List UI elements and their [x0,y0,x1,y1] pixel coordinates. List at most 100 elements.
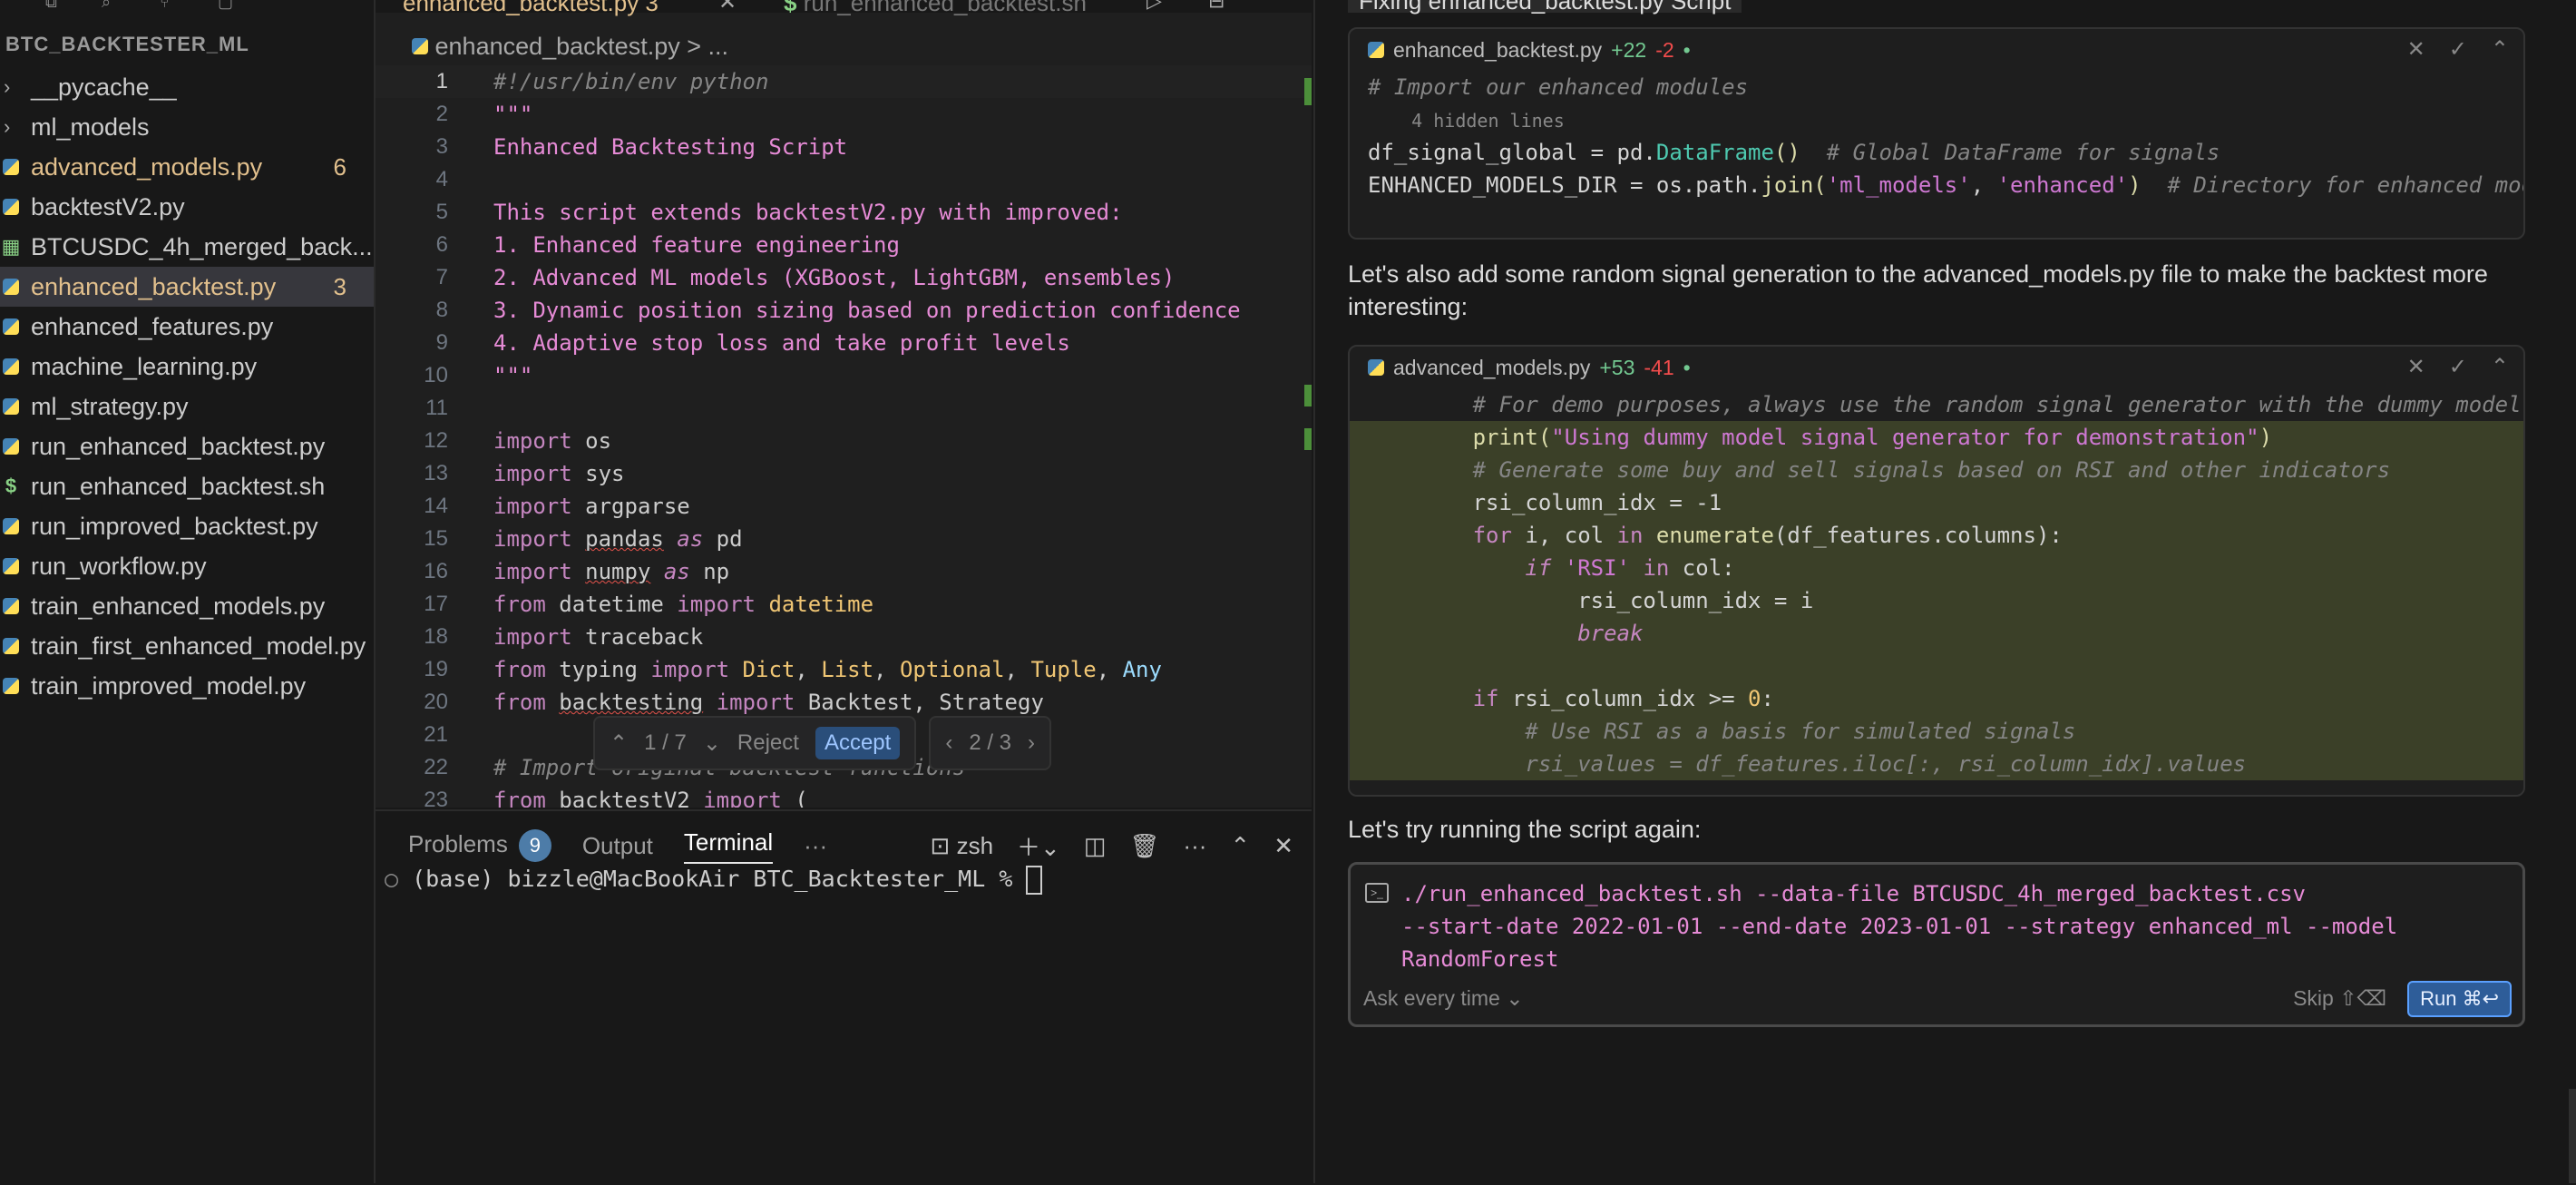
more-icon[interactable]: ··· [1183,832,1206,860]
scrollbar[interactable] [2569,1089,2576,1183]
code-line[interactable]: 16 import numpy as np [376,555,1312,588]
diff-line [1350,650,2523,682]
tab-output[interactable]: Output [582,832,653,860]
terminal-shell-label[interactable]: ⊡ zsh [931,832,994,860]
code-line[interactable]: 17 from datetime import datetime [376,588,1312,621]
code-line[interactable]: 18 import traceback [376,621,1312,653]
code-line[interactable]: 12 import os [376,425,1312,457]
code-line[interactable]: 19 from typing import Dict, List, Optiona… [376,653,1312,686]
tree-file[interactable]: train_first_enhanced_model.py [0,626,374,666]
tree-file[interactable]: run_enhanced_backtest.py [0,426,374,466]
code-line[interactable]: 2 """ [376,98,1312,131]
code-editor[interactable]: enhanced_backtest.py 3 ✕ $ run_enhanced_… [376,0,1312,808]
status-dot: • [1683,37,1691,62]
next-change-icon[interactable]: ⌄ [703,730,721,757]
tree-file[interactable]: run_improved_backtest.py [0,506,374,546]
python-file-icon [2,517,20,535]
reject-icon[interactable]: ✕ [2407,354,2425,380]
code-token: from [493,788,546,808]
tree-folder[interactable]: › __pycache__ [0,67,374,107]
tree-file[interactable]: train_enhanced_models.py [0,586,374,626]
trash-icon[interactable]: 🗑 [1129,832,1159,860]
line-number: 2 [435,102,448,126]
approval-mode-select[interactable]: Ask every time ⌄ [1363,986,1523,1011]
source-control-icon[interactable]: ⑂ [160,0,176,11]
tree-file[interactable]: advanced_models.py 6 [0,147,374,187]
tree-file[interactable]: $ run_enhanced_backtest.sh [0,466,374,506]
expand-icon[interactable]: ⌃ [2491,36,2509,63]
line-number: 4 [435,167,448,191]
file-counter: 2 / 3 [969,730,1012,755]
new-terminal-icon[interactable]: ＋⌄ [1017,829,1060,863]
code-line[interactable]: 10 """ [376,359,1312,392]
diff-file-name[interactable]: enhanced_backtest.py [1393,38,1602,63]
close-icon[interactable]: ✕ [718,0,737,15]
tab-problems[interactable]: Problems 9 [408,829,551,862]
skip-button[interactable]: Skip ⇧⌫ [2293,986,2386,1011]
code-token: ) [2128,172,2168,198]
tree-file[interactable]: enhanced_features.py [0,307,374,347]
prev-change-icon[interactable]: ⌃ [610,730,628,757]
code-line[interactable]: 15 import pandas as pd [376,523,1312,555]
files-icon[interactable]: ⧉ [45,0,62,11]
code-line[interactable]: 7 2. Advanced ML models (XGBoost, LightGB… [376,261,1312,294]
search-icon[interactable]: ⌕ [102,0,118,11]
line-text: import traceback [493,621,703,653]
diff-line-text: if rsi_column_idx >= 0: [1368,682,1774,715]
code-line[interactable]: 9 4. Adaptive stop loss and take profit l… [376,327,1312,359]
tab-terminal[interactable]: Terminal [683,828,774,864]
breadcrumb-rest[interactable]: > ... [687,33,728,60]
code-token: datetime [545,592,678,617]
next-file-icon[interactable]: › [1028,730,1035,756]
terminal-output[interactable]: ○ (base) bizzle@MacBookAir BTC_Backteste… [385,866,1043,895]
tree-file[interactable]: train_improved_model.py [0,666,374,706]
prev-file-icon[interactable]: ‹ [945,730,952,756]
accept-button[interactable]: Accept [815,727,901,759]
split-editor-icon[interactable]: ⊟ [1208,0,1225,13]
code-line[interactable]: 8 3. Dynamic position sizing based on pre… [376,294,1312,327]
code-line[interactable]: 11 [376,392,1312,425]
python-file-icon [2,397,20,416]
tab-enhanced-backtest[interactable]: enhanced_backtest.py 3 [403,0,659,17]
tree-file[interactable]: ▦ BTCUSDC_4h_merged_back... [0,227,374,267]
reject-button[interactable]: Reject [737,730,799,756]
split-terminal-icon[interactable]: ◫ [1084,832,1107,860]
run-icon[interactable]: ▷ [1147,0,1162,13]
code-line[interactable]: 14 import argparse [376,490,1312,523]
code-line[interactable]: 6 1. Enhanced feature engineering [376,229,1312,261]
code-token: import [703,690,795,715]
tree-file[interactable]: ml_strategy.py [0,387,374,426]
code-line[interactable]: 5 This script extends backtestV2.py with … [376,196,1312,229]
line-number: 3 [435,134,448,159]
breadcrumb: enhanced_backtest.py > ... [412,33,728,61]
maximize-icon[interactable]: ⌃ [1230,832,1250,860]
accept-icon[interactable]: ✓ [2449,36,2467,63]
tree-file[interactable]: enhanced_backtest.py 3 [0,267,374,307]
code-line[interactable]: 23 from backtestV2 import ( [376,784,1312,808]
code-line[interactable]: 3 Enhanced Backtesting Script [376,131,1312,163]
code-line[interactable]: 20 from backtesting import Backtest, Stra… [376,686,1312,719]
expand-icon[interactable]: ⌃ [2491,354,2509,380]
code-line[interactable]: 4 [376,163,1312,196]
tab-run-enhanced-backtest-sh[interactable]: $ run_enhanced_backtest.sh [784,0,1087,17]
code-line[interactable]: 1 #!/usr/bin/env python [376,65,1312,98]
extensions-icon[interactable]: ▢ [218,0,234,11]
tree-file[interactable]: backtestV2.py [0,187,374,227]
file-navigator: ‹ 2 / 3 › [929,716,1052,770]
panel-tabs: Problems 9 Output Terminal ··· [408,824,827,867]
close-panel-icon[interactable]: ✕ [1273,832,1293,860]
tree-folder[interactable]: › ml_models [0,107,374,147]
breadcrumb-file[interactable]: enhanced_backtest.py [435,33,680,60]
tree-file[interactable]: run_workflow.py [0,546,374,586]
code-line[interactable]: 13 import sys [376,457,1312,490]
bottom-panel: Problems 9 Output Terminal ··· ⊡ zsh ＋⌄ ◫… [376,809,1312,1185]
diff-file-name[interactable]: advanced_models.py [1393,356,1590,380]
run-button[interactable]: Run ⌘↩ [2407,981,2512,1017]
diff-line-text: for i, col in enumerate(df_features.colu… [1368,519,2063,552]
reject-icon[interactable]: ✕ [2407,36,2425,63]
accept-icon[interactable]: ✓ [2449,354,2467,380]
terminal-prompt: (base) bizzle@MacBookAir BTC_Backtester_… [412,866,1027,892]
tree-file[interactable]: machine_learning.py [0,347,374,387]
more-tabs-icon[interactable]: ··· [804,832,827,860]
code-token: sys [571,461,625,486]
